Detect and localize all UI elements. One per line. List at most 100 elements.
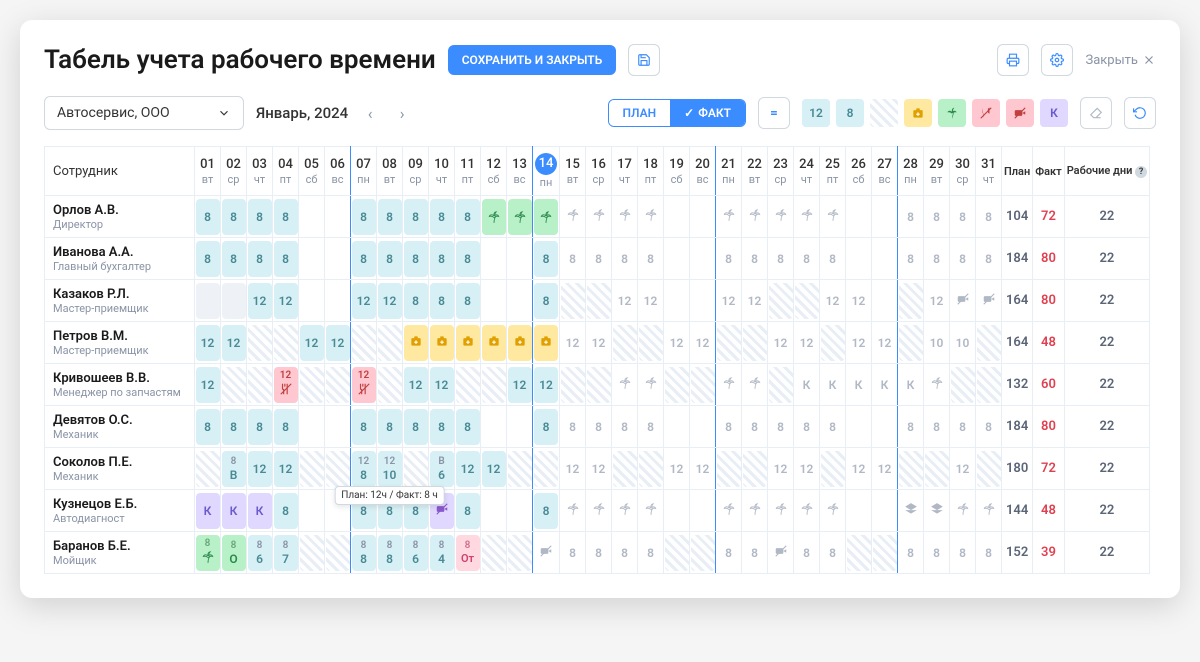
shift-cell[interactable]: 8: [196, 409, 220, 445]
day-cell[interactable]: 8: [742, 238, 768, 280]
shift-cell[interactable]: [691, 367, 715, 403]
legend-off[interactable]: [870, 99, 898, 127]
shift-cell[interactable]: 8: [925, 241, 949, 277]
day-cell[interactable]: К: [898, 364, 924, 406]
day-cell[interactable]: 12: [716, 280, 742, 322]
shift-cell[interactable]: 8В: [222, 451, 246, 487]
shift-cell[interactable]: [717, 493, 741, 529]
shift-cell[interactable]: 8: [587, 409, 611, 445]
day-cell[interactable]: [299, 406, 325, 448]
day-cell[interactable]: 8: [742, 406, 768, 448]
day-cell[interactable]: 12: [351, 364, 377, 406]
shift-cell[interactable]: 12: [274, 451, 298, 487]
day-cell[interactable]: 8: [221, 196, 247, 238]
shift-cell[interactable]: 8: [196, 535, 220, 571]
day-cell[interactable]: 12: [273, 448, 299, 490]
day-cell[interactable]: 8: [195, 196, 221, 238]
shift-cell[interactable]: [456, 325, 480, 361]
day-cell[interactable]: 8: [377, 196, 403, 238]
shift-cell[interactable]: 12: [769, 325, 793, 361]
day-cell[interactable]: 8: [455, 406, 481, 448]
day-cell[interactable]: К: [820, 364, 846, 406]
shift-cell[interactable]: 8: [456, 493, 480, 529]
day-cell[interactable]: 8: [924, 406, 950, 448]
day-cell[interactable]: 8: [898, 406, 924, 448]
shift-cell[interactable]: 8: [639, 535, 663, 571]
day-cell[interactable]: [507, 490, 533, 532]
day-cell[interactable]: 12: [560, 322, 586, 364]
day-cell[interactable]: [507, 280, 533, 322]
day-cell[interactable]: 8: [820, 238, 846, 280]
company-select[interactable]: Автосервис, ООО: [44, 96, 244, 130]
day-cell[interactable]: [742, 448, 768, 490]
shift-cell[interactable]: [717, 367, 741, 403]
shift-cell[interactable]: [665, 367, 689, 403]
shift-cell[interactable]: 12: [587, 325, 611, 361]
day-cell[interactable]: 88: [351, 532, 377, 574]
shift-cell[interactable]: 8: [274, 493, 298, 529]
day-cell[interactable]: 8: [950, 532, 976, 574]
shift-cell[interactable]: [352, 325, 376, 361]
shift-cell[interactable]: [743, 199, 767, 235]
shift-cell[interactable]: [300, 451, 324, 487]
day-cell[interactable]: 8: [560, 532, 586, 574]
shift-cell[interactable]: [951, 283, 975, 319]
shift-cell[interactable]: 12: [821, 283, 845, 319]
day-cell[interactable]: 86: [403, 532, 429, 574]
day-cell[interactable]: В6: [429, 448, 455, 490]
shift-cell[interactable]: 86: [248, 535, 272, 571]
day-cell[interactable]: 12: [247, 280, 273, 322]
shift-cell[interactable]: К: [222, 493, 246, 529]
shift-cell[interactable]: 88: [352, 535, 376, 571]
day-cell[interactable]: [664, 364, 690, 406]
day-cell[interactable]: [664, 196, 690, 238]
legend-sick[interactable]: [904, 99, 932, 127]
day-cell[interactable]: [273, 322, 299, 364]
shift-cell[interactable]: 12: [691, 325, 715, 361]
day-cell[interactable]: [846, 238, 872, 280]
day-cell[interactable]: [742, 322, 768, 364]
day-cell[interactable]: [950, 490, 976, 532]
shift-cell[interactable]: 8: [951, 199, 975, 235]
shift-cell[interactable]: 12: [795, 325, 819, 361]
day-cell[interactable]: К: [195, 490, 221, 532]
day-cell[interactable]: [195, 280, 221, 322]
day-cell[interactable]: [976, 322, 1002, 364]
shift-cell[interactable]: [899, 493, 923, 529]
shift-cell[interactable]: 12: [430, 367, 454, 403]
day-cell[interactable]: К: [794, 364, 820, 406]
day-cell[interactable]: 8: [716, 532, 742, 574]
day-cell[interactable]: 8: [221, 238, 247, 280]
day-cell[interactable]: [690, 406, 716, 448]
shift-cell[interactable]: 12: [508, 367, 532, 403]
shift-cell[interactable]: 8: [456, 199, 480, 235]
day-cell[interactable]: [664, 238, 690, 280]
day-cell[interactable]: 8: [429, 196, 455, 238]
shift-cell[interactable]: К: [847, 367, 871, 403]
shift-cell[interactable]: 8От: [456, 535, 480, 571]
shift-cell[interactable]: [482, 367, 506, 403]
day-cell[interactable]: 12: [273, 280, 299, 322]
shift-cell[interactable]: 8: [639, 241, 663, 277]
shift-cell[interactable]: 8: [951, 241, 975, 277]
day-cell[interactable]: 8: [924, 532, 950, 574]
day-cell[interactable]: 8: [768, 406, 794, 448]
day-cell[interactable]: [872, 490, 898, 532]
day-cell[interactable]: [820, 322, 846, 364]
shift-cell[interactable]: 88: [378, 535, 402, 571]
shift-cell[interactable]: 8: [404, 409, 428, 445]
shift-cell[interactable]: 8: [561, 409, 585, 445]
shift-cell[interactable]: [587, 493, 611, 529]
day-cell[interactable]: 8: [377, 238, 403, 280]
shift-cell[interactable]: [613, 199, 637, 235]
shift-cell[interactable]: [821, 325, 845, 361]
day-cell[interactable]: 8: [768, 238, 794, 280]
shift-cell[interactable]: 8: [795, 241, 819, 277]
day-cell[interactable]: [768, 196, 794, 238]
shift-cell[interactable]: 8: [430, 283, 454, 319]
next-month[interactable]: ›: [392, 103, 412, 123]
day-cell[interactable]: 88: [377, 532, 403, 574]
shift-cell[interactable]: [639, 451, 663, 487]
close-link[interactable]: Закрыть: [1085, 53, 1156, 68]
day-cell[interactable]: [481, 280, 507, 322]
